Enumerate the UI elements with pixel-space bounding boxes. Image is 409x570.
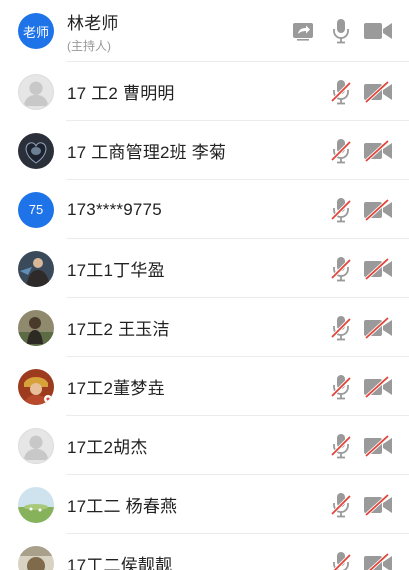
- participant-row[interactable]: 75 173****9775: [0, 180, 409, 239]
- participant-name: 林老师: [67, 13, 119, 33]
- avatar: [18, 427, 54, 464]
- camera-off-icon[interactable]: [363, 81, 393, 103]
- microphone-muted-icon[interactable]: [330, 433, 352, 459]
- microphone-muted-icon[interactable]: [330, 551, 352, 570]
- avatar-initials: 老师: [22, 24, 49, 40]
- avatar: [18, 250, 54, 287]
- screen-share-icon[interactable]: [292, 20, 314, 42]
- participant-row[interactable]: 17工二侯靓靓: [0, 534, 409, 570]
- participant-info: 17 工2 曹明明: [67, 79, 175, 104]
- camera-off-icon[interactable]: [363, 317, 393, 339]
- camera-off-icon[interactable]: [363, 140, 393, 162]
- participant-name: 17工2 王玉洁: [67, 320, 170, 339]
- participant-info: 17工二 杨春燕: [67, 492, 177, 517]
- default-avatar-icon: [19, 74, 53, 110]
- participant-info: 17工二侯靓靓: [67, 551, 172, 570]
- avatar-photo: [18, 486, 54, 523]
- default-avatar-icon: [19, 428, 53, 464]
- microphone-muted-icon[interactable]: [330, 138, 352, 164]
- avatar-photo: [18, 368, 54, 405]
- avatar: 老师: [18, 13, 54, 49]
- participant-row[interactable]: 17工2 王玉洁: [0, 298, 409, 357]
- participant-row-host[interactable]: 老师 林老师 (主持人): [0, 0, 409, 62]
- participant-row[interactable]: 17工2胡杰: [0, 416, 409, 475]
- participant-name: 17工2胡杰: [67, 438, 148, 457]
- participant-row[interactable]: 17工2董梦垚: [0, 357, 409, 416]
- camera-off-icon[interactable]: [363, 199, 393, 221]
- camera-off-icon[interactable]: [363, 435, 393, 457]
- participant-row[interactable]: 17工二 杨春燕: [0, 475, 409, 534]
- participant-info: 17工2董梦垚: [67, 374, 165, 399]
- participant-row[interactable]: 17工1丁华盈: [0, 239, 409, 298]
- avatar-photo: [18, 250, 54, 287]
- microphone-muted-icon[interactable]: [330, 256, 352, 282]
- participant-row[interactable]: 17 工商管理2班 李菊: [0, 121, 409, 180]
- avatar: [18, 545, 54, 570]
- avatar: [18, 486, 54, 523]
- avatar-photo: [18, 545, 54, 570]
- avatar: [18, 73, 54, 110]
- microphone-muted-icon[interactable]: [330, 492, 352, 518]
- microphone-icon[interactable]: [330, 18, 352, 44]
- avatar: [18, 368, 54, 405]
- participant-name: 173****9775: [67, 199, 162, 219]
- avatar-photo: [18, 309, 54, 346]
- camera-off-icon[interactable]: [363, 494, 393, 516]
- participant-name: 17工二侯靓靓: [67, 556, 173, 570]
- participant-name: 17工2董梦垚: [67, 379, 165, 398]
- participant-name: 17 工2 曹明明: [67, 84, 175, 103]
- participant-list: 老师 林老师 (主持人) 17 工2 曹明明 17 工商管理2班 李菊 75 1…: [0, 0, 409, 570]
- participant-name: 17工二 杨春燕: [67, 497, 178, 516]
- microphone-muted-icon[interactable]: [330, 79, 352, 105]
- participant-row[interactable]: 17 工2 曹明明: [0, 62, 409, 121]
- participant-info: 17工2胡杰: [67, 433, 148, 458]
- microphone-muted-icon[interactable]: [330, 315, 352, 341]
- avatar-initials: 75: [28, 202, 44, 217]
- participant-info: 17工1丁华盈: [67, 256, 165, 281]
- participant-info: 林老师 (主持人): [67, 9, 119, 54]
- camera-off-icon[interactable]: [363, 258, 393, 280]
- avatar: [18, 132, 54, 169]
- camera-icon[interactable]: [363, 20, 393, 42]
- microphone-muted-icon[interactable]: [330, 197, 352, 223]
- participant-info: 17 工商管理2班 李菊: [67, 138, 226, 163]
- participant-info: 17工2 王玉洁: [67, 315, 170, 340]
- camera-off-icon[interactable]: [363, 553, 393, 570]
- microphone-muted-icon[interactable]: [330, 374, 352, 400]
- avatar: 75: [18, 191, 54, 228]
- avatar: [18, 309, 54, 346]
- participant-info: 173****9775: [67, 200, 162, 220]
- participant-name: 17 工商管理2班 李菊: [67, 143, 227, 162]
- camera-off-icon[interactable]: [363, 376, 393, 398]
- participant-name: 17工1丁华盈: [67, 261, 165, 280]
- host-role-label: (主持人): [67, 38, 111, 53]
- avatar-photo: [18, 132, 54, 169]
